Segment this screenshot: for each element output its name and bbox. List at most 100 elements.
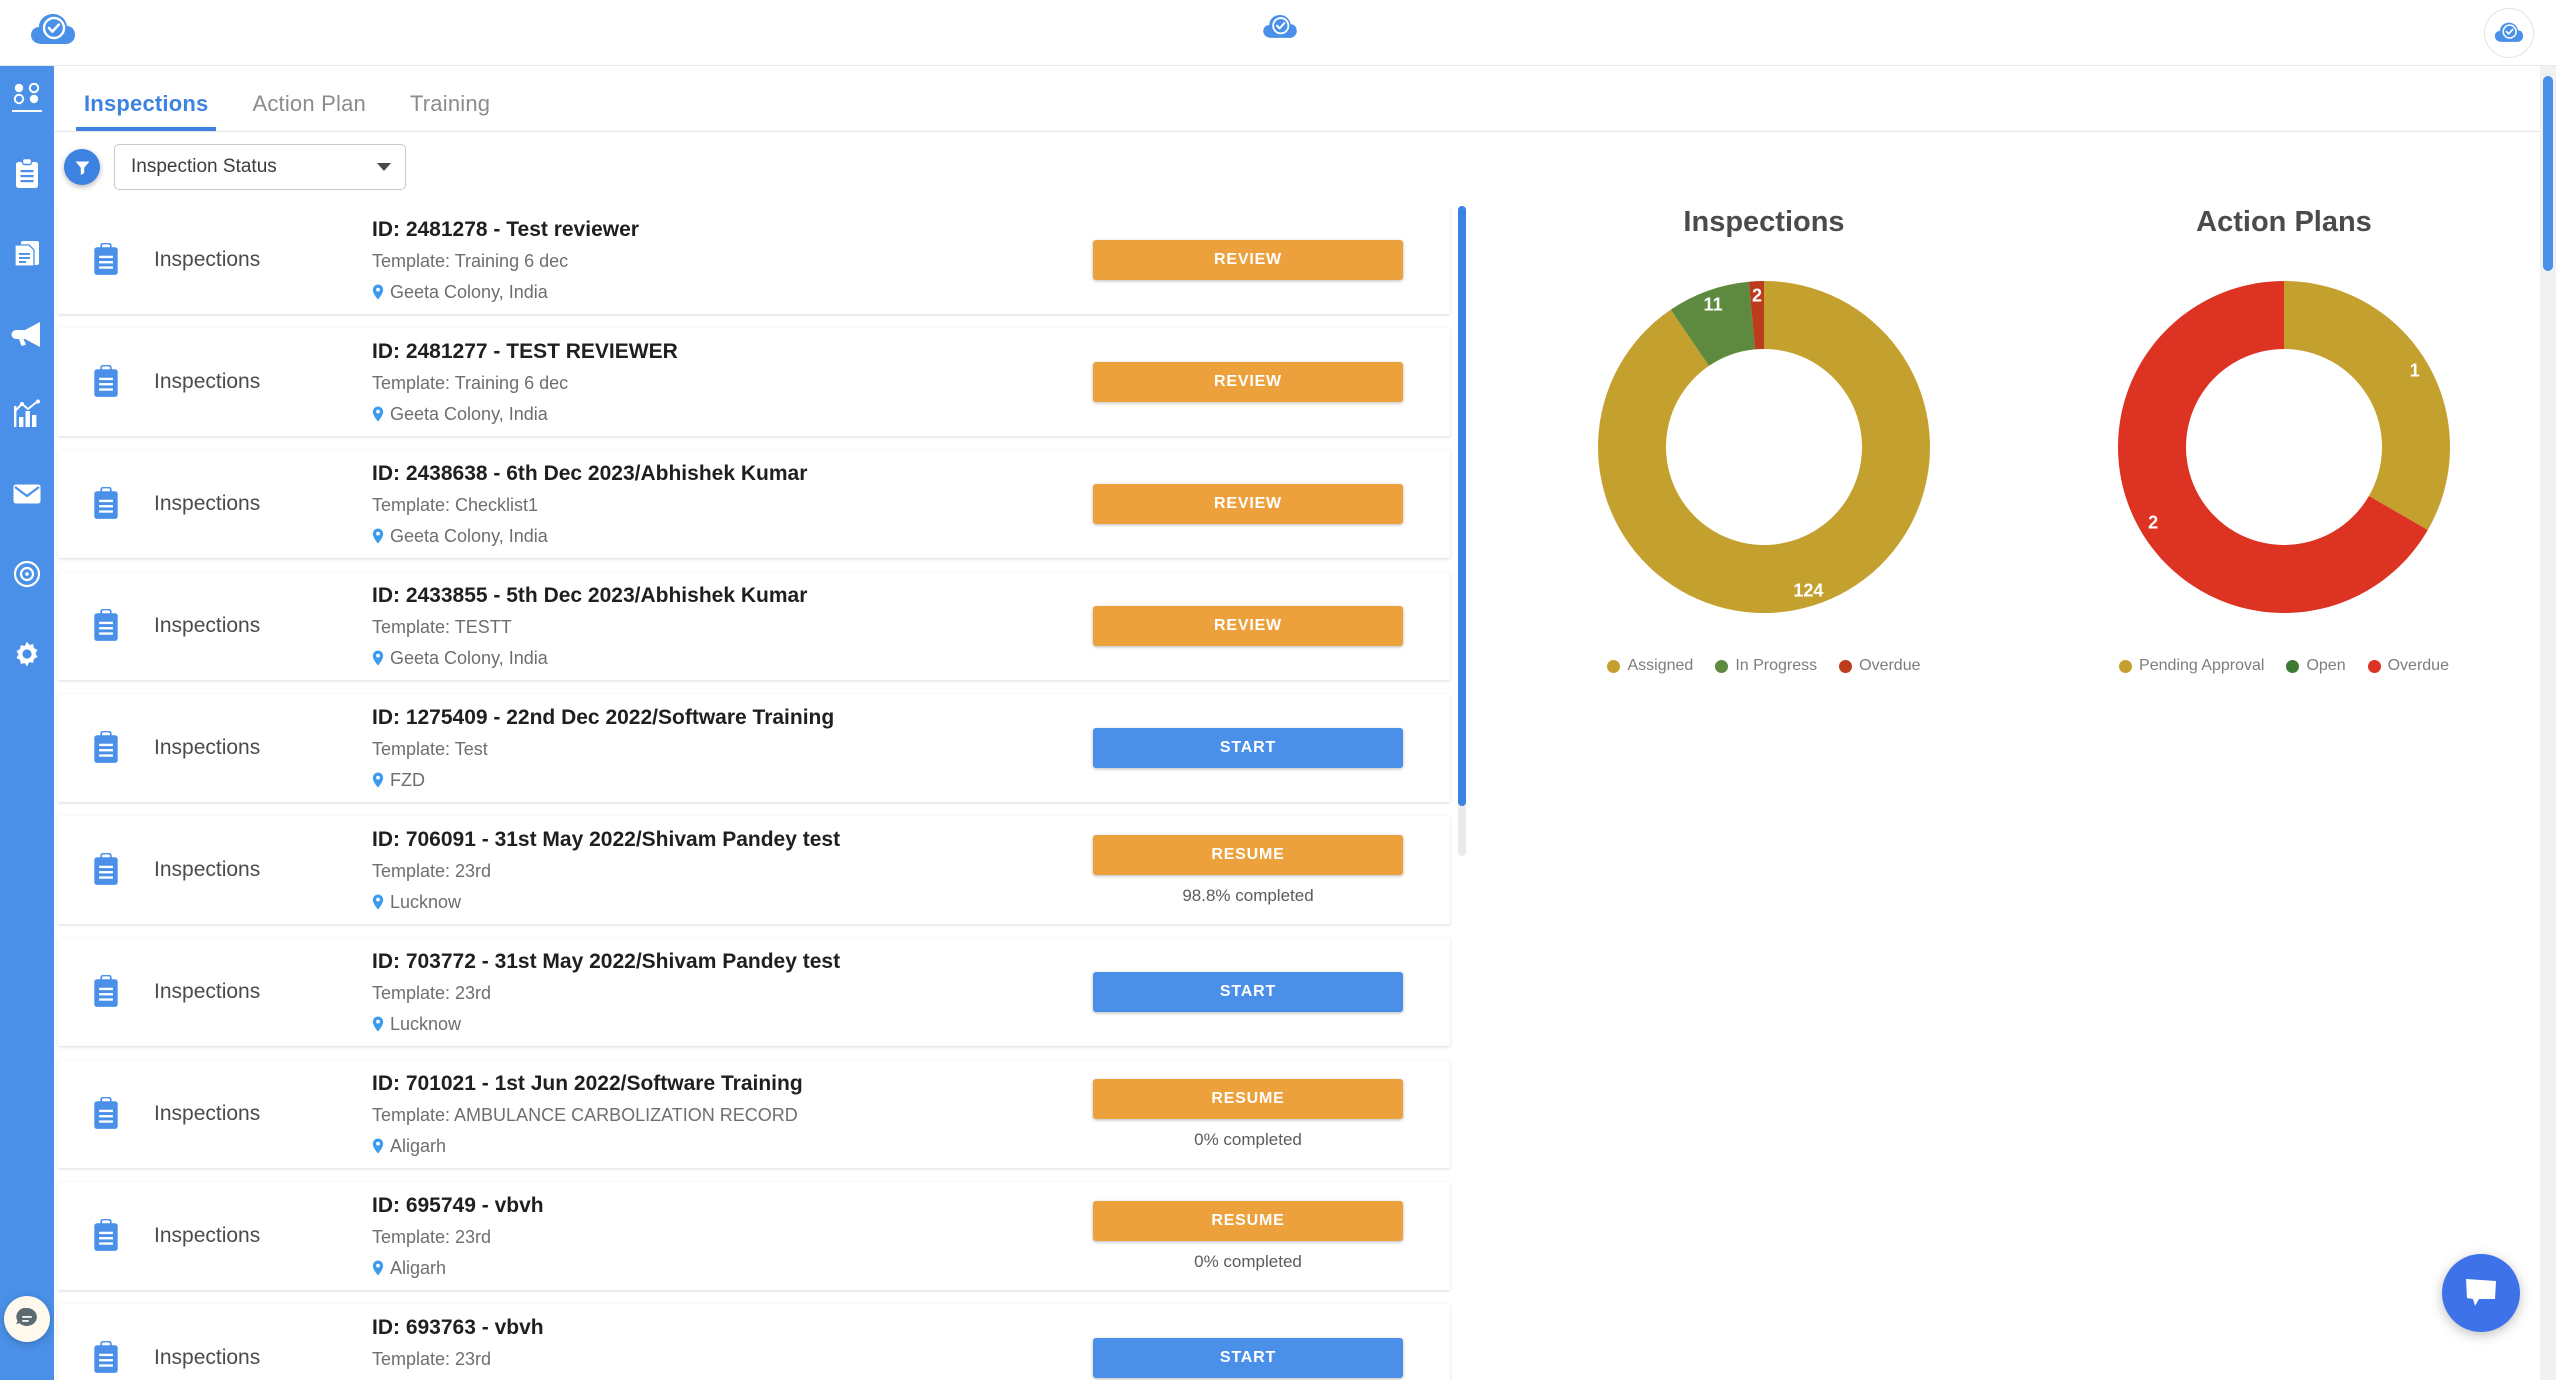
sidebar-item-messages[interactable] xyxy=(0,454,54,534)
legend-item-pending-approval[interactable]: Pending Approval xyxy=(2119,657,2264,675)
card-body: ID: 706091 - 31st May 2022/Shivam Pandey… xyxy=(314,828,1070,913)
card-action-button[interactable]: REVIEW xyxy=(1093,362,1403,402)
support-chat-button[interactable] xyxy=(4,1296,50,1342)
card-template: Template: 23rd xyxy=(372,860,492,881)
card-clipboard-icon xyxy=(58,609,154,643)
action-plans-legend: Pending Approval Open Overdue xyxy=(2024,657,2544,675)
legend-item-open[interactable]: Open xyxy=(2286,657,2346,675)
legend-item-in-progress[interactable]: In Progress xyxy=(1715,657,1817,675)
page-scrollbar-thumb[interactable] xyxy=(2543,76,2553,271)
chevron-down-icon xyxy=(377,163,391,171)
page-scrollbar-track[interactable] xyxy=(2540,66,2556,1380)
sidebar-item-analytics[interactable] xyxy=(0,374,54,454)
map-pin-icon xyxy=(372,650,384,666)
card-type-label: Inspections xyxy=(154,1102,261,1125)
app-logo-center[interactable] xyxy=(1262,12,1298,49)
card-action-button[interactable]: START xyxy=(1093,972,1403,1012)
sidebar-item-documents[interactable] xyxy=(0,214,54,294)
app-logo-left[interactable] xyxy=(30,10,76,57)
card-location-label: Lucknow xyxy=(390,1013,462,1034)
inspection-card[interactable]: Inspections ID: 706091 - 31st May 2022/Sh… xyxy=(58,816,1450,924)
sidebar-item-settings[interactable] xyxy=(0,614,54,694)
inspection-card[interactable]: Inspections ID: 2438638 - 6th Dec 2023/Ab… xyxy=(58,450,1450,558)
inspection-card[interactable]: Inspections ID: 2481278 - Test reviewer Te… xyxy=(58,206,1450,314)
inspections-donut[interactable]: 124 11 2 xyxy=(1594,277,1934,617)
map-pin-icon xyxy=(372,1016,384,1032)
card-location: Lucknow xyxy=(372,1014,1070,1035)
card-title: ID: 2433855 - 5th Dec 2023/Abhishek Kuma… xyxy=(372,583,808,607)
card-action: REVIEW xyxy=(1070,484,1450,524)
card-type-label: Inspections xyxy=(154,370,261,393)
card-location-label: Geeta Colony, India xyxy=(390,281,548,302)
card-clipboard-icon xyxy=(58,975,154,1009)
card-action-button[interactable]: START xyxy=(1093,1338,1403,1378)
tab-inspections[interactable]: Inspections xyxy=(62,91,230,131)
card-type-label: Inspections xyxy=(154,248,261,271)
legend-item-overdue-ap[interactable]: Overdue xyxy=(2367,657,2449,675)
card-action: RESUME 0% completed xyxy=(1070,1078,1450,1150)
inspection-status-select[interactable]: Inspection Status xyxy=(114,144,406,190)
inspection-card[interactable]: Inspections ID: 2481277 - TEST REVIEWER Te… xyxy=(58,328,1450,436)
rail-spacer xyxy=(0,122,54,134)
card-title: ID: 703772 - 31st May 2022/Shivam Pandey… xyxy=(372,949,841,973)
card-action-button[interactable]: REVIEW xyxy=(1093,240,1403,280)
clipboard-icon xyxy=(94,609,118,641)
card-body: ID: 695749 - vbvh Template: 23rd Aligarh xyxy=(314,1194,1070,1279)
card-location-label: Aligarh xyxy=(390,1257,447,1278)
card-action-button[interactable]: REVIEW xyxy=(1093,484,1403,524)
inspection-card[interactable]: Inspections ID: 701021 - 1st Jun 2022/Sof… xyxy=(58,1060,1450,1168)
card-action-button[interactable]: RESUME xyxy=(1093,1200,1403,1241)
card-body: ID: 2438638 - 6th Dec 2023/Abhishek Kuma… xyxy=(314,462,1070,547)
card-title: ID: 701021 - 1st Jun 2022/Software Train… xyxy=(372,1071,803,1095)
map-pin-icon xyxy=(372,406,384,422)
legend-item-overdue[interactable]: Overdue xyxy=(1839,657,1921,675)
card-location-label: FZD xyxy=(390,769,425,790)
tab-action-plan[interactable]: Action Plan xyxy=(230,91,388,131)
card-template: Template: Test xyxy=(372,738,488,759)
card-template: Template: Training 6 dec xyxy=(372,372,569,393)
card-location: Aligarh xyxy=(372,1136,1070,1157)
inspection-card[interactable]: Inspections ID: 1275409 - 22nd Dec 2022/S… xyxy=(58,694,1450,802)
legend-dot-overdue-ap xyxy=(2367,659,2381,673)
clipboard-icon xyxy=(94,365,118,397)
card-action-button[interactable]: START xyxy=(1093,728,1403,768)
card-type-label: Inspections xyxy=(154,736,261,759)
sidebar-item-goals[interactable] xyxy=(0,534,54,614)
card-location-label: Geeta Colony, India xyxy=(390,403,548,424)
card-action-button[interactable]: RESUME xyxy=(1093,834,1403,875)
card-action-button[interactable]: REVIEW xyxy=(1093,606,1403,646)
card-type-label: Inspections xyxy=(154,1224,261,1247)
filter-button[interactable] xyxy=(64,149,100,185)
chat-bubble-icon xyxy=(2466,1279,2496,1306)
inspection-card[interactable]: Inspections ID: 693763 - vbvh Template: 23… xyxy=(58,1304,1450,1380)
card-template: Template: Checklist1 xyxy=(372,494,539,515)
inspection-card[interactable]: Inspections ID: 695749 - vbvh Template: 23… xyxy=(58,1182,1450,1290)
tab-training[interactable]: Training xyxy=(388,91,512,131)
card-action: RESUME 0% completed xyxy=(1070,1200,1450,1272)
inspection-list[interactable]: Inspections ID: 2481278 - Test reviewer Te… xyxy=(54,206,1466,1380)
legend-label-in-progress: In Progress xyxy=(1735,657,1818,674)
action-plans-donut[interactable]: 1 2 xyxy=(2114,277,2454,617)
card-action-button[interactable]: RESUME xyxy=(1093,1078,1403,1119)
list-scrollbar-track[interactable] xyxy=(1458,206,1466,856)
user-avatar[interactable] xyxy=(2484,8,2534,58)
card-template: Template: Training 6 dec xyxy=(372,250,569,271)
inspection-card[interactable]: Inspections ID: 2433855 - 5th Dec 2023/Ab… xyxy=(58,572,1450,680)
card-type-label: Inspections xyxy=(154,1346,261,1369)
card-location-label: Lucknow xyxy=(390,891,462,912)
sidebar-item-inspections[interactable] xyxy=(0,134,54,214)
card-clipboard-icon xyxy=(58,853,154,887)
clipboard-icon xyxy=(94,1341,118,1373)
legend-dot-open xyxy=(2286,659,2300,673)
help-chat-button[interactable] xyxy=(2442,1254,2520,1332)
list-scrollbar-thumb[interactable] xyxy=(1458,206,1466,806)
card-clipboard-icon xyxy=(58,1341,154,1375)
tab-inspections-label: Inspections xyxy=(84,91,209,116)
legend-dot-pending-approval xyxy=(2119,659,2133,673)
funnel-icon xyxy=(75,161,89,175)
sidebar-item-announcements[interactable] xyxy=(0,294,54,374)
legend-item-assigned[interactable]: Assigned xyxy=(1607,657,1693,675)
sidebar-item-dashboard[interactable] xyxy=(0,66,54,122)
donut-slice-pending-approval[interactable] xyxy=(2284,281,2450,530)
inspection-card[interactable]: Inspections ID: 703772 - 31st May 2022/Sh… xyxy=(58,938,1450,1046)
